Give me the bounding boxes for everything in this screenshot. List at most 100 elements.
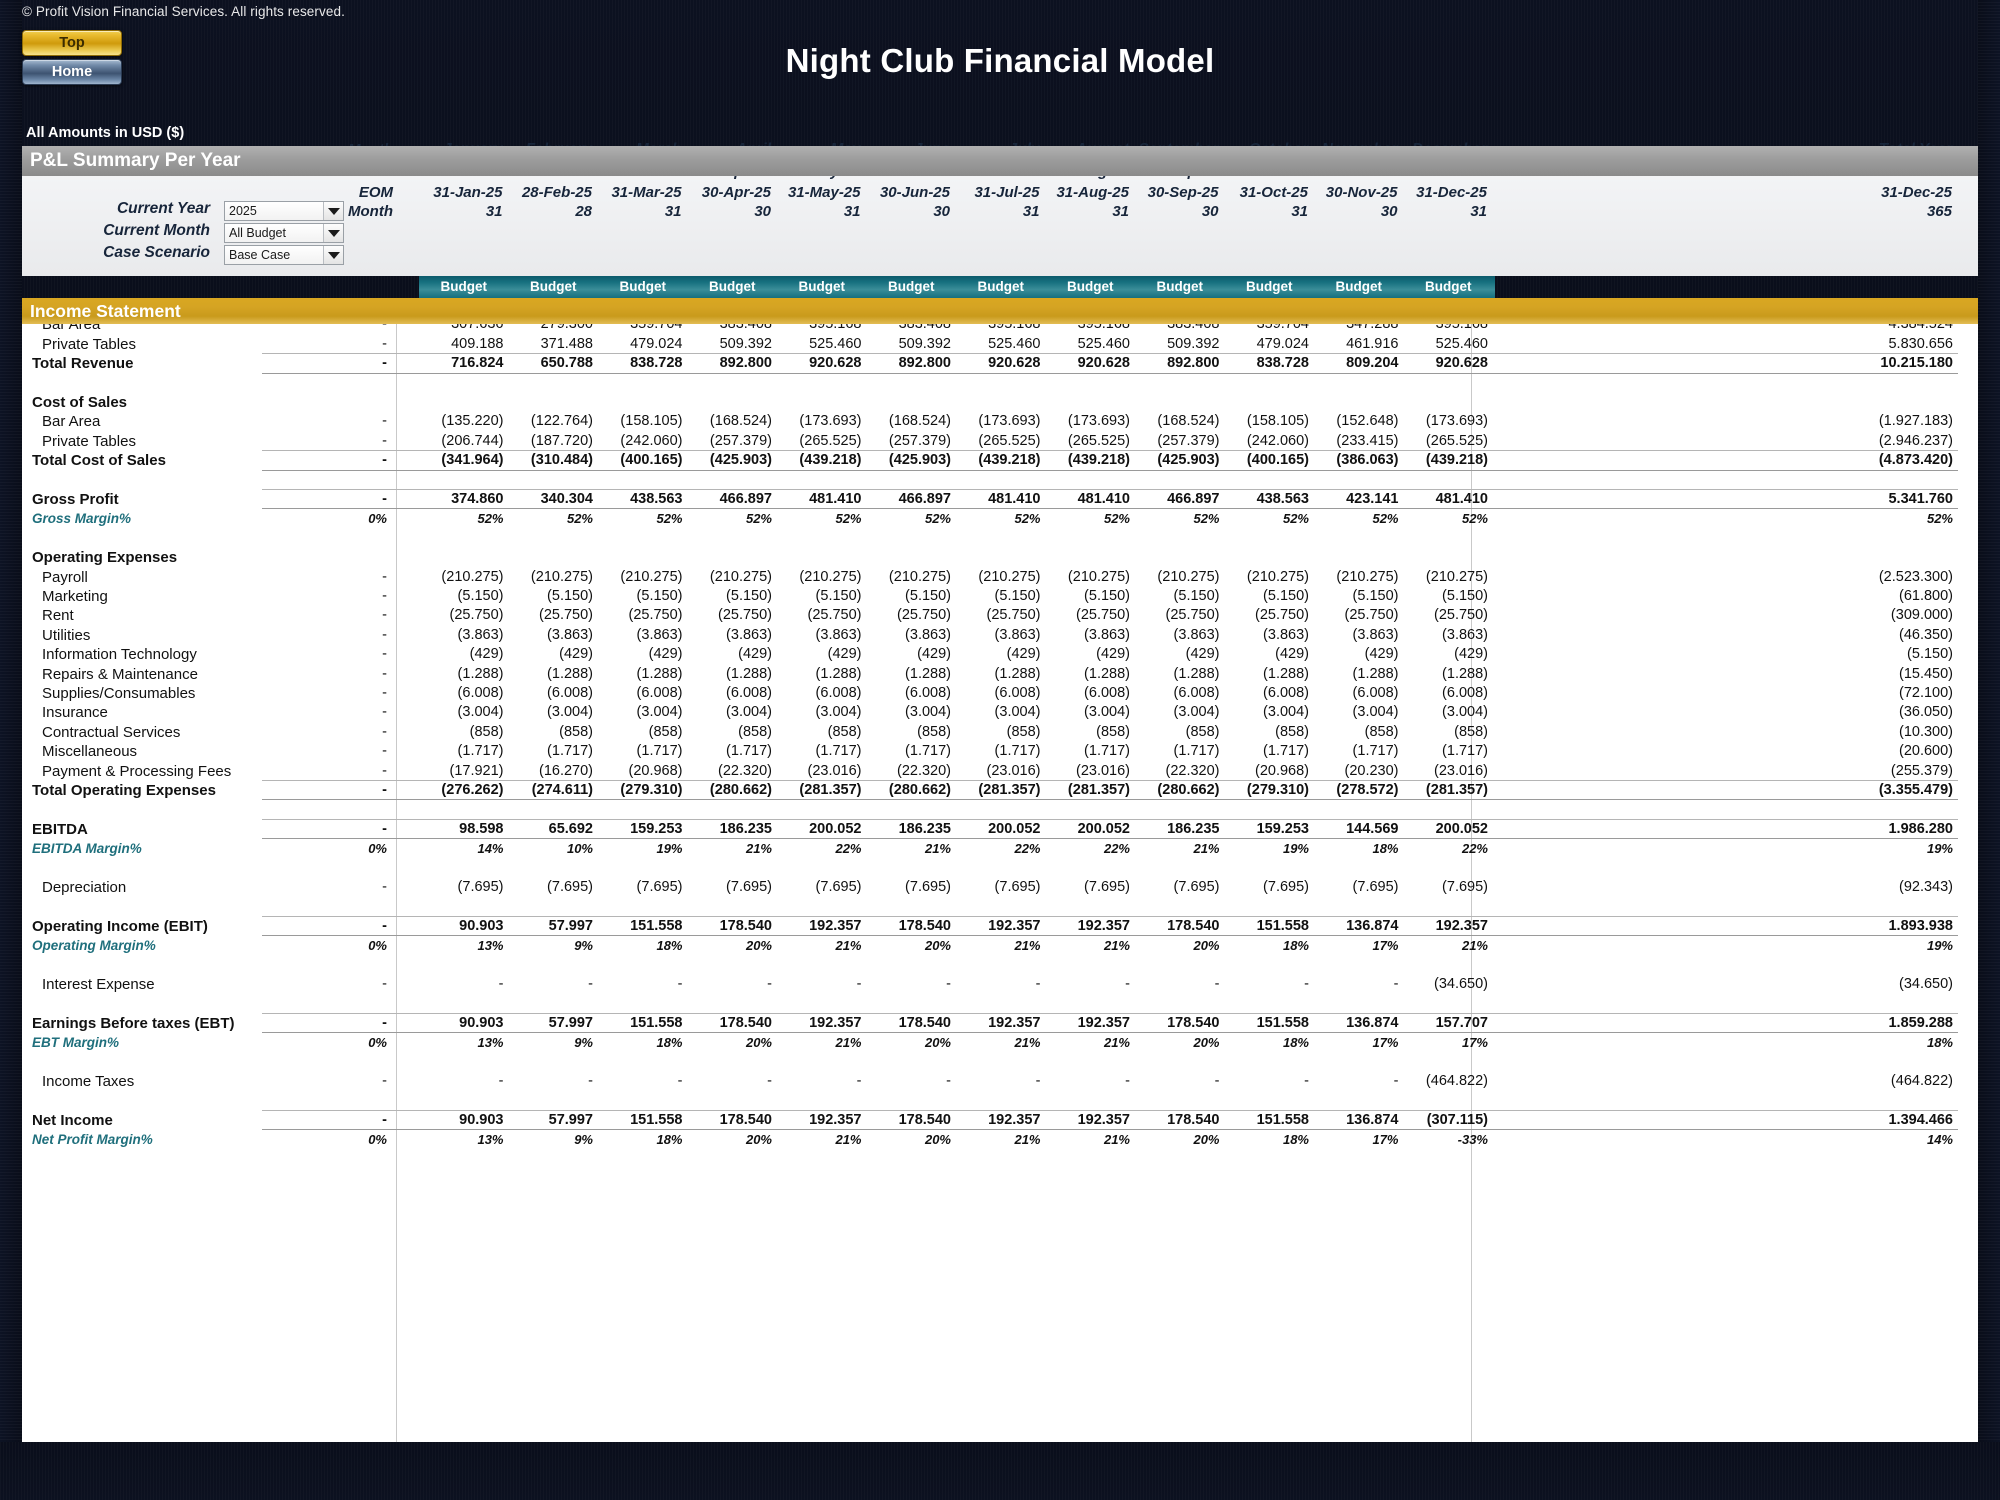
month-cell: (5.150) bbox=[1225, 587, 1310, 606]
month-cell: 17% bbox=[1314, 936, 1399, 955]
month-cell: 20% bbox=[1135, 1130, 1220, 1149]
month-cell: (425.903) bbox=[688, 451, 773, 470]
row-label: Earnings Before taxes (EBT) bbox=[32, 1014, 235, 1033]
row-rule bbox=[262, 819, 1958, 820]
month-cell: (210.275) bbox=[956, 568, 1041, 587]
month-cell: (1.717) bbox=[688, 742, 773, 761]
month-cell: 395.168 bbox=[956, 324, 1041, 335]
month-cell: 481.410 bbox=[1046, 490, 1131, 509]
month-cell: 52% bbox=[1046, 509, 1131, 528]
table-row: Cost of Sales bbox=[22, 393, 1978, 412]
month-cell: 178.540 bbox=[688, 1014, 773, 1033]
table-row: Contractual Services-(858)(858)(858)(858… bbox=[22, 723, 1978, 742]
month-cell: (1.717) bbox=[1314, 742, 1399, 761]
month-cell: (3.004) bbox=[598, 703, 683, 722]
row-label: Operating Expenses bbox=[32, 548, 177, 567]
control-select-current-month[interactable]: All Budget bbox=[224, 223, 344, 243]
month-cell: 18% bbox=[1314, 839, 1399, 858]
row-label: Gross Profit bbox=[32, 490, 119, 509]
chevron-down-icon[interactable] bbox=[323, 224, 343, 242]
month-cell: (7.695) bbox=[1225, 878, 1310, 897]
month-cell: (158.105) bbox=[598, 412, 683, 431]
month-cell: 178.540 bbox=[867, 1111, 952, 1130]
month-cell: (1.717) bbox=[1404, 742, 1489, 761]
month-cell: (429) bbox=[509, 645, 594, 664]
month-cell: 509.392 bbox=[688, 335, 773, 354]
month-cell: (6.008) bbox=[1404, 684, 1489, 703]
month-cell: (278.572) bbox=[1314, 781, 1399, 800]
budget-column-header: Budget bbox=[956, 276, 1046, 298]
month-cell: (22.320) bbox=[867, 762, 952, 781]
month-cell: 892.800 bbox=[688, 354, 773, 373]
month-cell: 151.558 bbox=[598, 1014, 683, 1033]
prior-year-cell: - bbox=[272, 587, 387, 606]
month-cell: (858) bbox=[688, 723, 773, 742]
month-cell: 423.141 bbox=[1314, 490, 1399, 509]
month-cell: - bbox=[1225, 1072, 1310, 1091]
month-cell: 19% bbox=[1225, 839, 1310, 858]
month-cell: (242.060) bbox=[1225, 432, 1310, 451]
total-year-cell: (46.350) bbox=[1869, 626, 1954, 645]
month-cell: (281.357) bbox=[956, 781, 1041, 800]
month-cell: (257.379) bbox=[688, 432, 773, 451]
month-cell: 395.168 bbox=[1046, 324, 1131, 335]
prior-year-cell: - bbox=[272, 665, 387, 684]
month-cell: 52% bbox=[1225, 509, 1310, 528]
income-statement-band-label: Income Statement bbox=[30, 301, 181, 322]
prior-year-cell: - bbox=[272, 645, 387, 664]
table-row: Interest Expense------------(34.650)(34.… bbox=[22, 975, 1978, 994]
month-cell: - bbox=[1314, 975, 1399, 994]
total-year-cell: (464.822) bbox=[1869, 1072, 1954, 1091]
month-cell: (25.750) bbox=[867, 606, 952, 625]
chevron-down-icon[interactable] bbox=[323, 246, 343, 264]
month-cell: 466.897 bbox=[1135, 490, 1220, 509]
month-cell: - bbox=[1314, 1072, 1399, 1091]
control-select-case-scenario[interactable]: Base Case bbox=[224, 245, 344, 265]
month-cell: 57.997 bbox=[509, 917, 594, 936]
month-cell: 716.824 bbox=[419, 354, 504, 373]
month-cell: (210.275) bbox=[1225, 568, 1310, 587]
month-cell: - bbox=[867, 975, 952, 994]
month-cell: 809.204 bbox=[1314, 354, 1399, 373]
month-cell: 479.024 bbox=[1225, 335, 1310, 354]
month-cell: (6.008) bbox=[598, 684, 683, 703]
margin-row: Net Profit Margin%0%13%9%18%20%21%20%21%… bbox=[22, 1130, 1978, 1149]
control-select-current-year[interactable]: 2025 bbox=[224, 201, 344, 221]
row-label: Interest Expense bbox=[42, 975, 155, 994]
row-rule bbox=[262, 916, 1958, 917]
total-year-cell: (34.650) bbox=[1869, 975, 1954, 994]
prior-year-cell: - bbox=[272, 568, 387, 587]
control-label-current-year: Current Year bbox=[60, 200, 210, 218]
income-statement-band: Income Statement bbox=[22, 298, 1978, 324]
month-cell: (429) bbox=[1314, 645, 1399, 664]
month-cell: 21% bbox=[1046, 1130, 1131, 1149]
table-row: Miscellaneous-(1.717)(1.717)(1.717)(1.71… bbox=[22, 742, 1978, 761]
chevron-down-icon[interactable] bbox=[323, 202, 343, 220]
month-cell: (210.275) bbox=[598, 568, 683, 587]
month-cell: (25.750) bbox=[598, 606, 683, 625]
row-label: Operating Income (EBIT) bbox=[32, 917, 208, 936]
month-cell: 90.903 bbox=[419, 1014, 504, 1033]
month-cell: (3.863) bbox=[688, 626, 773, 645]
month-cell: (400.165) bbox=[1225, 451, 1310, 470]
total-year-cell: (2.523.300) bbox=[1869, 568, 1954, 587]
prior-year-cell: - bbox=[272, 742, 387, 761]
month-cell: (429) bbox=[598, 645, 683, 664]
month-cell: (7.695) bbox=[956, 878, 1041, 897]
prior-year-cell: - bbox=[272, 1072, 387, 1091]
month-cell: (1.717) bbox=[419, 742, 504, 761]
financial-model-page: © Profit Vision Financial Services. All … bbox=[0, 0, 2000, 1500]
month-cell: 178.540 bbox=[867, 1014, 952, 1033]
row-label: Payroll bbox=[42, 568, 88, 587]
month-cell: (3.004) bbox=[1046, 703, 1131, 722]
month-cell: (281.357) bbox=[1404, 781, 1489, 800]
row-label: EBITDA Margin% bbox=[32, 839, 142, 858]
month-cell: 192.357 bbox=[1046, 1111, 1131, 1130]
month-cell: 650.788 bbox=[509, 354, 594, 373]
month-cell: (152.648) bbox=[1314, 412, 1399, 431]
margin-row: EBT Margin%0%13%9%18%20%21%20%21%21%20%1… bbox=[22, 1033, 1978, 1052]
month-cell: (210.275) bbox=[509, 568, 594, 587]
prior-year-cell: 0% bbox=[272, 936, 387, 955]
month-cell: 52% bbox=[509, 509, 594, 528]
currency-note: All Amounts in USD ($) bbox=[26, 125, 184, 141]
